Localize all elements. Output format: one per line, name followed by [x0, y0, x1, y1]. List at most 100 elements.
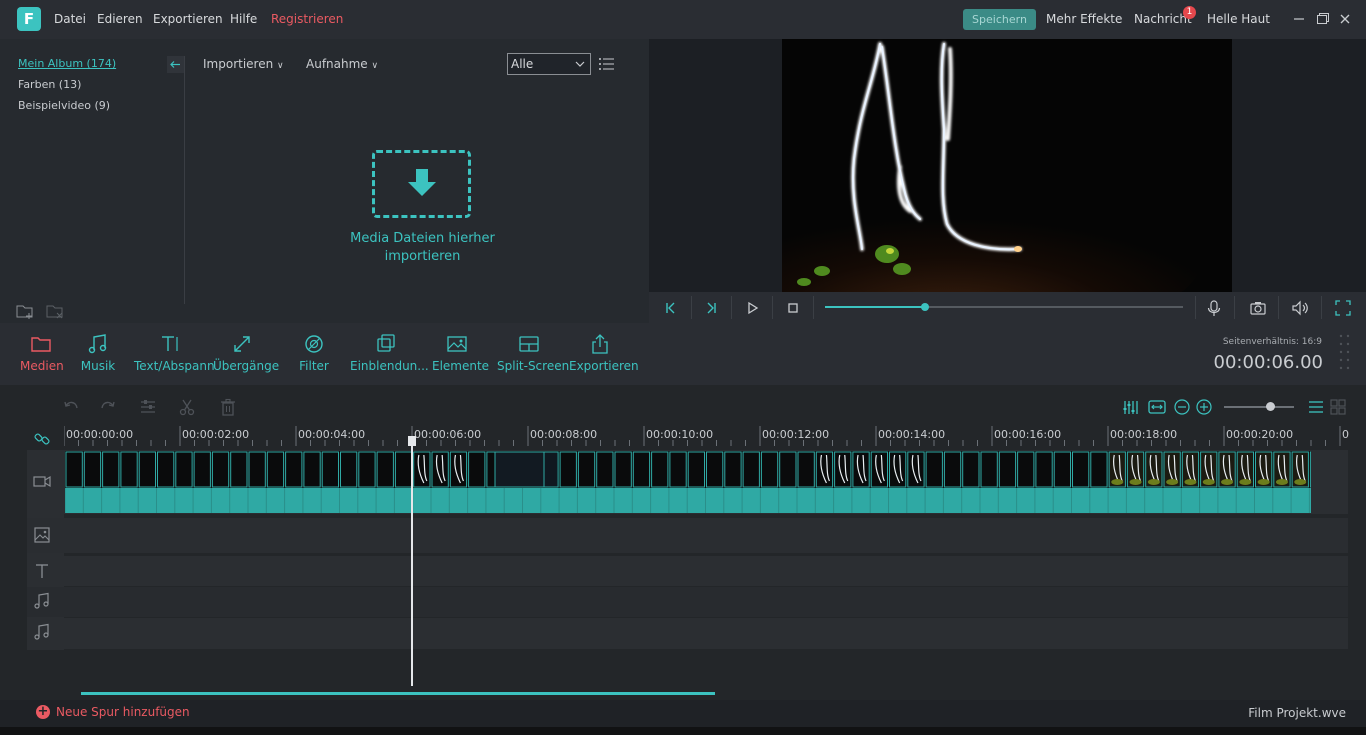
clip-frame [376, 451, 394, 488]
zoom-slider[interactable] [1224, 406, 1294, 408]
music-track-1[interactable] [27, 587, 1348, 617]
stop-icon[interactable] [784, 299, 802, 317]
clip-frame [596, 451, 614, 488]
menu-edieren[interactable]: Edieren [97, 12, 143, 26]
tab-exportieren-label: Exportieren [569, 359, 639, 373]
camera-icon[interactable] [1249, 299, 1267, 317]
menu-exportieren[interactable]: Exportieren [153, 12, 223, 26]
fullscreen-icon[interactable] [1334, 299, 1352, 317]
seek-bar-progress [825, 306, 925, 308]
download-arrow-icon [408, 169, 436, 196]
close-icon[interactable] [1337, 11, 1353, 27]
tab-text-abspann-label: Text/Abspann [134, 359, 215, 373]
playhead[interactable] [411, 436, 413, 686]
clip-frame [760, 451, 779, 488]
ruler-label: 00:00:12:00 [762, 428, 830, 441]
tab-text-abspann[interactable]: Text/Abspann [134, 333, 215, 373]
playhead-handle[interactable] [408, 436, 416, 446]
zoom-in-icon[interactable] [1195, 398, 1213, 416]
music-note-icon [33, 623, 51, 641]
video-clip[interactable] [65, 451, 1311, 513]
player-separator [813, 296, 814, 319]
minimize-icon[interactable] [1291, 11, 1307, 27]
new-folder-icon[interactable] [16, 302, 34, 320]
skin-toggle[interactable]: Helle Haut [1207, 12, 1270, 26]
album-item-beispielvideo[interactable]: Beispielvideo (9) [18, 99, 110, 112]
fit-timeline-icon[interactable] [1148, 398, 1166, 416]
tab-musik-label: Musik [80, 359, 116, 373]
microphone-icon[interactable] [1205, 299, 1223, 317]
undo-icon[interactable] [62, 398, 80, 416]
clip-frame [248, 451, 266, 488]
record-dropdown[interactable]: Aufnahme ∨ [306, 57, 378, 71]
import-dropdown[interactable]: Importieren ∨ [203, 57, 284, 71]
redo-icon[interactable] [99, 398, 117, 416]
player-separator [1321, 296, 1322, 319]
clip-frame [230, 451, 248, 488]
drag-handle-icon[interactable] [1338, 333, 1352, 373]
tab-split-screen[interactable]: Split-Screen [497, 333, 569, 373]
drop-zone-text: Media Dateien hierher importieren [330, 230, 515, 266]
clip-frame [193, 451, 211, 488]
album-item-mein-album[interactable]: Mein Album (174) [18, 57, 116, 70]
clip-frame [1309, 451, 1311, 488]
tab-einblendungen[interactable]: Einblendun... [350, 333, 429, 373]
music-note-icon [88, 334, 107, 354]
register-link[interactable]: Registrieren [271, 12, 343, 26]
save-button[interactable]: Speichern [963, 9, 1036, 30]
clip-frame [577, 451, 596, 488]
maximize-icon[interactable] [1314, 11, 1330, 27]
seek-bar-handle[interactable] [921, 303, 929, 311]
add-circle-icon[interactable]: + [36, 705, 50, 719]
tab-exportieren[interactable]: Exportieren [569, 333, 639, 373]
clip-frame [1053, 451, 1072, 488]
record-dropdown-label: Aufnahme [306, 57, 368, 71]
clip-frame [998, 451, 1017, 488]
clip-frame [120, 451, 138, 488]
ruler-label: 00:00:10:00 [646, 428, 714, 441]
chevron-down-icon: ∨ [371, 61, 379, 71]
drop-zone-text-line2: importieren [384, 249, 461, 264]
scissors-icon[interactable] [178, 398, 196, 416]
step-back-icon[interactable] [702, 299, 720, 317]
aspect-ratio-label[interactable]: Seitenverhältnis: 16:9 [1180, 337, 1322, 347]
volume-icon[interactable] [1291, 299, 1309, 317]
list-view-icon[interactable] [598, 56, 616, 72]
ruler-label: 00:00:04:00 [298, 428, 366, 441]
image-track[interactable] [27, 518, 1348, 553]
more-effects-link[interactable]: Mehr Effekte [1046, 12, 1122, 26]
tab-musik[interactable]: Musik [80, 333, 116, 373]
timeline-horizontal-scrollbar[interactable] [81, 692, 715, 695]
clip-frame [559, 451, 577, 488]
zoom-out-icon[interactable] [1173, 398, 1191, 416]
ruler-label: 00:00:18:00 [1110, 428, 1178, 441]
tab-einblendungen-label: Einblendun... [350, 359, 429, 373]
add-track-button[interactable]: Neue Spur hinzufügen [56, 705, 190, 719]
snap-link-icon[interactable] [33, 430, 51, 448]
drop-zone-text-line1: Media Dateien hierher [350, 231, 495, 246]
zoom-slider-handle[interactable] [1266, 402, 1275, 411]
adjust-icon[interactable] [139, 398, 157, 416]
export-icon [592, 334, 608, 354]
grid-view-icon[interactable] [1329, 398, 1347, 416]
list-view-icon[interactable] [1307, 398, 1325, 416]
menu-datei[interactable]: Datei [54, 12, 86, 26]
skip-to-start-icon[interactable] [662, 299, 680, 317]
tab-uebergaenge[interactable]: Übergänge [213, 333, 279, 373]
play-icon[interactable] [743, 299, 761, 317]
tab-medien[interactable]: Medien [20, 333, 64, 373]
tab-elemente[interactable]: Elemente [432, 333, 489, 373]
media-filter-select[interactable]: Alle [507, 53, 591, 75]
album-item-farben[interactable]: Farben (13) [18, 78, 81, 91]
player-separator [1234, 296, 1235, 319]
delete-folder-icon[interactable] [46, 302, 64, 320]
tab-filter[interactable]: Filter [298, 333, 330, 373]
collapse-sidebar-button[interactable] [167, 56, 184, 73]
clip-frame [742, 451, 760, 488]
audio-mixer-icon[interactable] [1122, 398, 1140, 416]
text-track[interactable] [27, 556, 1348, 586]
music-track-2[interactable] [27, 618, 1348, 649]
media-drop-zone[interactable] [372, 150, 471, 218]
menu-hilfe[interactable]: Hilfe [230, 12, 257, 26]
trash-icon[interactable] [219, 398, 237, 416]
